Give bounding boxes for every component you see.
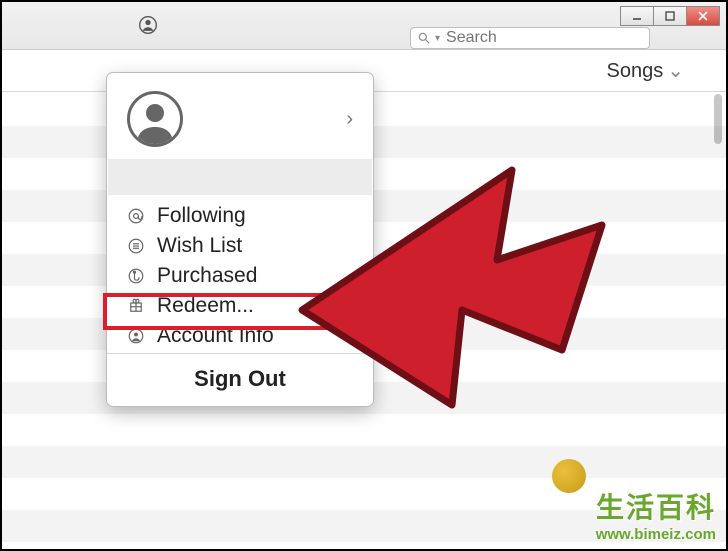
avatar[interactable]: [127, 91, 183, 147]
menu-label: Account Info: [157, 324, 274, 348]
menu-label: Following: [157, 204, 246, 228]
menu-item-purchased[interactable]: Purchased: [107, 261, 373, 291]
watermark-url: www.bimeiz.com: [596, 526, 716, 543]
close-button[interactable]: [686, 6, 720, 26]
minimize-button[interactable]: [620, 6, 654, 26]
at-icon: [125, 205, 147, 227]
watermark-dot-icon: [552, 459, 586, 493]
menu-item-following[interactable]: Following: [107, 201, 373, 231]
dropdown-caret-icon: ▾: [435, 33, 440, 44]
menu-label: Redeem...: [157, 294, 254, 318]
search-field[interactable]: ▾: [410, 27, 650, 49]
menu-item-redeem[interactable]: Redeem...: [107, 291, 373, 321]
menu-label: Wish List: [157, 234, 242, 258]
menu-item-account-info[interactable]: Account Info: [107, 321, 373, 351]
table-row[interactable]: [2, 542, 726, 551]
purchased-icon: [125, 265, 147, 287]
account-menu: › Following Wish List Purchased: [106, 72, 374, 407]
account-name-band: [108, 159, 372, 195]
list-icon: [125, 235, 147, 257]
person-icon: [125, 325, 147, 347]
gift-icon: [125, 295, 147, 317]
menu-label: Purchased: [157, 264, 257, 288]
table-row[interactable]: [2, 446, 726, 478]
maximize-button[interactable]: [653, 6, 687, 26]
menu-label: Sign Out: [194, 366, 286, 391]
scrollbar[interactable]: [714, 94, 722, 144]
menu-separator: [107, 353, 373, 354]
watermark-text: 生活百科: [596, 486, 716, 526]
watermark: 生活百科 www.bimeiz.com: [596, 486, 716, 543]
toolbar: ▾: [2, 2, 726, 50]
account-icon[interactable]: [138, 15, 158, 40]
chevron-down-icon: ⌄: [667, 60, 684, 82]
tab-songs[interactable]: Songs⌄: [607, 58, 684, 83]
menu-item-sign-out[interactable]: Sign Out: [107, 356, 373, 406]
chevron-right-icon[interactable]: ›: [346, 108, 353, 131]
tab-songs-label: Songs: [607, 60, 664, 82]
search-input[interactable]: [444, 28, 655, 48]
window-controls: [620, 6, 720, 26]
menu-item-wish-list[interactable]: Wish List: [107, 231, 373, 261]
table-row[interactable]: [2, 414, 726, 446]
